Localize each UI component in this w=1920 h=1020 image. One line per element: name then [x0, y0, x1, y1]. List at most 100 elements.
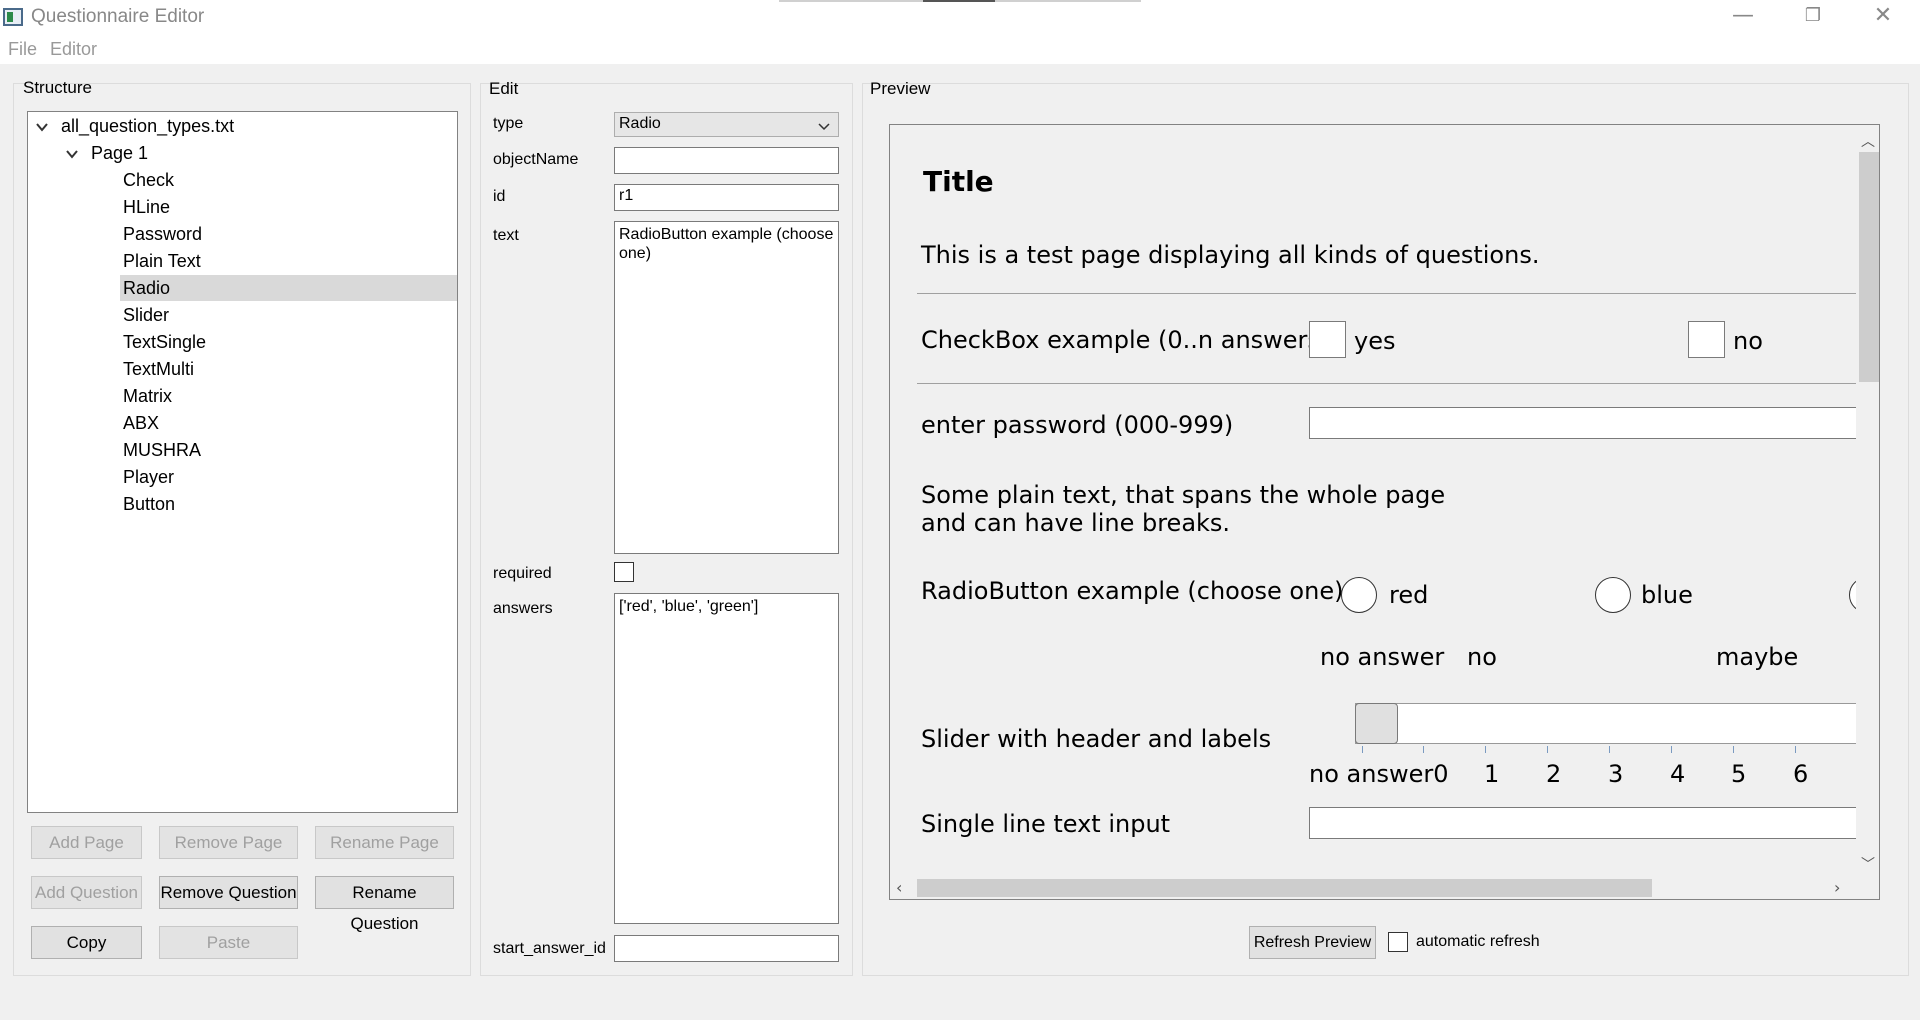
remove-question-button[interactable]: Remove Question: [159, 876, 298, 909]
scroll-right-icon[interactable]: ›: [1834, 878, 1840, 897]
slider-label: no answer0: [1309, 760, 1449, 788]
tree-item[interactable]: TextSingle: [120, 329, 457, 355]
title-bar: Questionnaire Editor — ❐ ✕: [0, 0, 1920, 34]
copy-button[interactable]: Copy: [31, 926, 142, 959]
plain-text-line1: Some plain text, that spans the whole pa…: [921, 481, 1446, 509]
tree-item[interactable]: Player: [120, 464, 457, 490]
slider-header-maybe: maybe: [1716, 643, 1799, 671]
type-combobox[interactable]: Radio: [614, 112, 839, 137]
single-line-question: Single line text input: [921, 810, 1171, 838]
chevron-down-icon[interactable]: [66, 148, 78, 160]
start-answer-id-input[interactable]: [614, 935, 839, 962]
id-input[interactable]: r1: [614, 184, 839, 211]
slider-label: 6: [1793, 760, 1809, 788]
checkbox-question: CheckBox example (0..n answers): [921, 326, 1330, 354]
objectname-label: objectName: [493, 151, 579, 168]
preview-intro: This is a test page displaying all kinds…: [921, 241, 1540, 269]
tree-item-selected[interactable]: Radio: [120, 275, 457, 301]
text-label: text: [493, 227, 519, 244]
menu-bar: File Editor: [0, 34, 1920, 64]
scroll-left-icon[interactable]: ‹: [896, 878, 902, 897]
checkbox-no[interactable]: [1688, 321, 1725, 358]
restore-button[interactable]: ❐: [1778, 0, 1848, 34]
slider-tick: [1423, 746, 1424, 753]
slider-tick: [1609, 746, 1610, 753]
slider-question: Slider with header and labels: [921, 725, 1272, 753]
close-button[interactable]: ✕: [1848, 0, 1918, 34]
slider-tick: [1671, 746, 1672, 753]
add-question-button[interactable]: Add Question: [31, 876, 142, 909]
radio-blue[interactable]: [1595, 577, 1631, 613]
structure-title: Structure: [23, 78, 92, 97]
objectname-input[interactable]: [614, 147, 839, 174]
required-label: required: [493, 565, 552, 582]
slider-label: 4: [1670, 760, 1686, 788]
add-page-button[interactable]: Add Page: [31, 826, 142, 859]
remove-page-button[interactable]: Remove Page: [159, 826, 298, 859]
window-title: Questionnaire Editor: [31, 6, 205, 27]
menu-file[interactable]: File: [8, 39, 37, 60]
tree-root[interactable]: all_question_types.txt: [61, 113, 234, 139]
tree-item[interactable]: MUSHRA: [120, 437, 457, 463]
tab-indicator: [779, 0, 924, 2]
horizontal-scrollbar-thumb[interactable]: [917, 879, 1652, 897]
id-label: id: [493, 188, 506, 205]
type-label: type: [493, 115, 524, 132]
hline: [917, 293, 1877, 294]
checkbox-no-label: no: [1733, 327, 1763, 355]
tree-item[interactable]: Button: [120, 491, 457, 517]
chevron-down-icon: [818, 119, 830, 136]
structure-tree[interactable]: all_question_types.txt Page 1 Check HLin…: [27, 111, 458, 813]
chevron-down-icon[interactable]: [36, 121, 48, 133]
vertical-scrollbar-thumb[interactable]: [1859, 152, 1879, 382]
answers-textarea[interactable]: ['red', 'blue', 'green']: [614, 593, 839, 924]
required-checkbox[interactable]: [614, 562, 634, 582]
tree-item[interactable]: Check: [120, 167, 457, 193]
slider-header-no: no: [1467, 643, 1497, 671]
tab-indicator: [995, 0, 1141, 2]
checkbox-yes-label: yes: [1354, 327, 1396, 355]
tree-item[interactable]: ABX: [120, 410, 457, 436]
slider-track[interactable]: [1355, 703, 1877, 744]
radio-red[interactable]: [1341, 577, 1377, 613]
slider-tick: [1485, 746, 1486, 753]
scroll-up-icon[interactable]: ︿: [1861, 131, 1875, 151]
refresh-preview-button[interactable]: Refresh Preview: [1249, 926, 1376, 959]
single-line-input[interactable]: [1309, 807, 1877, 839]
password-input[interactable]: [1309, 407, 1877, 439]
automatic-refresh-label: automatic refresh: [1416, 933, 1540, 950]
radio-red-label: red: [1389, 581, 1429, 609]
slider-tick: [1795, 746, 1796, 753]
automatic-refresh-checkbox[interactable]: [1388, 932, 1408, 952]
slider-header-no-answer: no answer: [1320, 643, 1445, 671]
minimize-button[interactable]: —: [1708, 0, 1778, 34]
app-icon: [3, 8, 23, 26]
text-textarea[interactable]: RadioButton example (choose one): [614, 221, 839, 554]
hline: [917, 383, 1877, 384]
slider-handle[interactable]: [1355, 703, 1398, 744]
tree-item[interactable]: Password: [120, 221, 457, 247]
slider-label: 3: [1608, 760, 1624, 788]
preview-area[interactable]: Title This is a test page displaying all…: [889, 124, 1880, 900]
checkbox-yes[interactable]: [1309, 321, 1346, 358]
paste-button[interactable]: Paste: [159, 926, 298, 959]
preview-title: Preview: [870, 79, 931, 98]
tree-item[interactable]: Matrix: [120, 383, 457, 409]
tab-indicator-active: [923, 0, 995, 2]
tree-item[interactable]: Slider: [120, 302, 457, 328]
slider-tick: [1362, 746, 1363, 753]
tree-page[interactable]: Page 1: [91, 140, 148, 166]
tree-item[interactable]: HLine: [120, 194, 457, 220]
tree-item[interactable]: Plain Text: [120, 248, 457, 274]
slider-label: 2: [1546, 760, 1562, 788]
rename-question-button[interactable]: Rename Question: [315, 876, 454, 933]
preview-page-title: Title: [923, 165, 994, 198]
menu-editor[interactable]: Editor: [50, 39, 97, 60]
tree-item[interactable]: TextMulti: [120, 356, 457, 382]
rename-page-button[interactable]: Rename Page: [315, 826, 454, 859]
slider-tick: [1547, 746, 1548, 753]
slider-tick: [1733, 746, 1734, 753]
scroll-down-icon[interactable]: ﹀: [1861, 854, 1875, 874]
password-question: enter password (000-999): [921, 411, 1234, 439]
answers-label: answers: [493, 600, 553, 617]
